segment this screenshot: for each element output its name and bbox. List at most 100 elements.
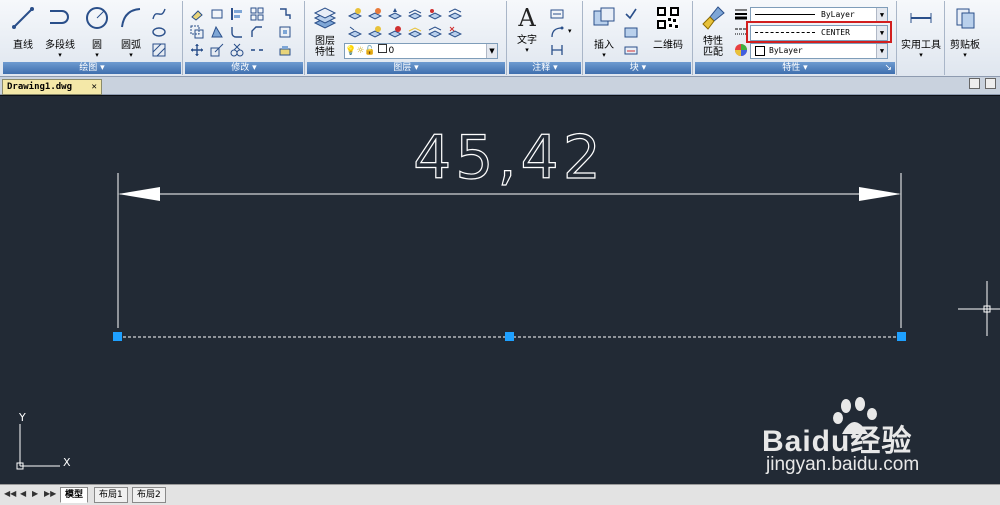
- close-window-icon[interactable]: [985, 78, 996, 89]
- document-tab-bar: Drawing1.dwg ✕: [0, 77, 1000, 95]
- chamfer-icon[interactable]: [250, 25, 264, 39]
- insert-block-icon: [593, 7, 615, 26]
- create-block-icon[interactable]: [624, 7, 638, 21]
- paintbrush-icon: [702, 6, 725, 30]
- mirror-icon[interactable]: [210, 7, 224, 21]
- annotation-dropdown-icon[interactable]: ▾: [568, 27, 572, 35]
- table-icon[interactable]: [550, 43, 564, 57]
- match-properties-button[interactable]: 特性 匹配: [698, 5, 728, 58]
- layer-previous-icon[interactable]: [368, 25, 382, 39]
- array-icon[interactable]: [250, 7, 264, 21]
- layer-freeze-icon[interactable]: [388, 7, 402, 21]
- text-dropdown-icon[interactable]: ▾: [512, 46, 542, 54]
- trim-icon[interactable]: [230, 43, 244, 57]
- layer-off-icon[interactable]: [348, 7, 362, 21]
- ellipse-icon[interactable]: [152, 25, 166, 39]
- prev-tab-icon[interactable]: ◀: [20, 489, 26, 498]
- modify-panel: 修改 ▾: [184, 1, 305, 75]
- copy-icon[interactable]: [190, 25, 204, 39]
- polyline-dropdown-icon[interactable]: ▾: [42, 51, 78, 59]
- layer-properties-button[interactable]: 图层 特性: [310, 5, 340, 58]
- layer-dropdown-arrow-icon[interactable]: ▼: [486, 44, 497, 58]
- panel-launcher-icon[interactable]: ↘: [884, 62, 892, 74]
- break-icon[interactable]: [250, 43, 264, 57]
- draw-panel: 直线 多段线 ▾ 圆 ▾ 圆弧 ▾ 绘图 ▾: [2, 1, 183, 75]
- dimension-icon[interactable]: [550, 7, 564, 21]
- draw-panel-title[interactable]: 绘图 ▾: [3, 62, 181, 74]
- arc-icon: [121, 8, 141, 28]
- lineweight-swatch: [755, 45, 765, 56]
- layer-walk-icon[interactable]: [428, 7, 442, 21]
- line-button[interactable]: 直线: [6, 5, 40, 51]
- circle-dropdown-icon[interactable]: ▾: [82, 51, 112, 59]
- block-panel-title[interactable]: 块 ▾: [585, 62, 691, 74]
- insert-dropdown-icon[interactable]: ▾: [588, 51, 620, 59]
- layer-delete-icon[interactable]: [448, 25, 462, 39]
- qrcode-label: 二维码: [653, 40, 683, 51]
- layer-unlock-icon[interactable]: [408, 25, 422, 39]
- arc-dropdown-icon[interactable]: ▾: [116, 51, 146, 59]
- annotation-panel-title[interactable]: 注释 ▾: [509, 62, 581, 74]
- tab-model[interactable]: 模型: [60, 487, 89, 503]
- last-tab-icon[interactable]: ▶▶: [44, 489, 56, 498]
- attribute-icon[interactable]: [624, 43, 638, 57]
- move-icon[interactable]: [190, 43, 204, 57]
- stretch-icon[interactable]: [210, 25, 224, 39]
- leader-icon[interactable]: [550, 25, 564, 39]
- layer-copy-icon[interactable]: [428, 25, 442, 39]
- grip-midpoint[interactable]: [505, 332, 514, 341]
- edit-block-icon[interactable]: [624, 25, 638, 39]
- scale-icon[interactable]: [210, 43, 224, 57]
- current-layer-value: 0: [388, 46, 395, 56]
- align-icon[interactable]: [230, 7, 244, 21]
- erase-icon[interactable]: [278, 43, 292, 57]
- fillet-icon[interactable]: [230, 25, 244, 39]
- hatch-icon[interactable]: [152, 43, 166, 57]
- arc-button[interactable]: 圆弧 ▾: [116, 5, 146, 59]
- layer-thaw-icon[interactable]: [388, 25, 402, 39]
- drawing-canvas[interactable]: 45,42 Y X Baidu经验 jingyan.baidu.com: [0, 95, 1000, 485]
- clipboard-label: 剪贴板: [950, 40, 980, 51]
- rotate-icon[interactable]: [190, 7, 204, 21]
- color-value: ByLayer: [821, 10, 855, 19]
- clipboard-dropdown-icon[interactable]: ▾: [946, 51, 984, 59]
- dimension-text[interactable]: 45,42: [413, 122, 605, 193]
- document-tab[interactable]: Drawing1.dwg ✕: [2, 79, 102, 95]
- layer-dropdown[interactable]: 💡☼🔓 0 ▼: [344, 43, 498, 59]
- lineweight-icon: [735, 9, 747, 20]
- layer-lock-icon[interactable]: [408, 7, 422, 21]
- properties-panel-title[interactable]: 特性 ▾ ↘: [695, 62, 895, 74]
- tab-layout2[interactable]: 布局2: [132, 487, 166, 503]
- grip-left[interactable]: [113, 332, 122, 341]
- utilities-button[interactable]: 实用工具 ▾: [900, 5, 942, 59]
- spline-icon[interactable]: [152, 7, 166, 21]
- qrcode-icon: [657, 7, 679, 29]
- text-button[interactable]: A 文字 ▾: [512, 5, 542, 54]
- utilities-dropdown-icon[interactable]: ▾: [900, 51, 942, 59]
- polyline-label: 多段线: [45, 40, 75, 51]
- circle-label: 圆: [92, 40, 102, 51]
- offset-icon[interactable]: [278, 25, 292, 39]
- first-tab-icon[interactable]: ◀◀: [4, 489, 16, 498]
- clipboard-button[interactable]: 剪贴板 ▾: [946, 5, 984, 59]
- polyline-button[interactable]: 多段线 ▾: [42, 5, 78, 59]
- restore-icon[interactable]: [969, 78, 980, 89]
- lineweight-dropdown-arrow-icon[interactable]: ▼: [876, 44, 887, 58]
- layer-isolate-icon[interactable]: [368, 7, 382, 21]
- close-tab-icon[interactable]: ✕: [91, 82, 96, 92]
- tab-layout1[interactable]: 布局1: [94, 487, 128, 503]
- layout-tab-bar: ◀◀ ◀ ▶ ▶▶ 模型 布局1 布局2: [0, 484, 1000, 505]
- properties-panel: 特性 匹配 ByLayer ▼ CENTER ▼ ByLayer ▼ 特性 ▾ ↘: [694, 1, 897, 75]
- qrcode-button[interactable]: 二维码: [650, 5, 686, 51]
- explode-icon[interactable]: [278, 7, 292, 21]
- modify-panel-title[interactable]: 修改 ▾: [185, 62, 303, 74]
- layers-panel-title[interactable]: 图层 ▾: [307, 62, 505, 74]
- lineweight-combo[interactable]: ByLayer ▼: [750, 43, 888, 59]
- layer-match-icon[interactable]: [348, 25, 362, 39]
- color-dropdown-arrow-icon[interactable]: ▼: [876, 8, 887, 22]
- circle-button[interactable]: 圆 ▾: [82, 5, 112, 59]
- grip-right[interactable]: [897, 332, 906, 341]
- layer-merge-icon[interactable]: [448, 7, 462, 21]
- next-tab-icon[interactable]: ▶: [32, 489, 38, 498]
- insert-block-button[interactable]: 插入 ▾: [588, 5, 620, 59]
